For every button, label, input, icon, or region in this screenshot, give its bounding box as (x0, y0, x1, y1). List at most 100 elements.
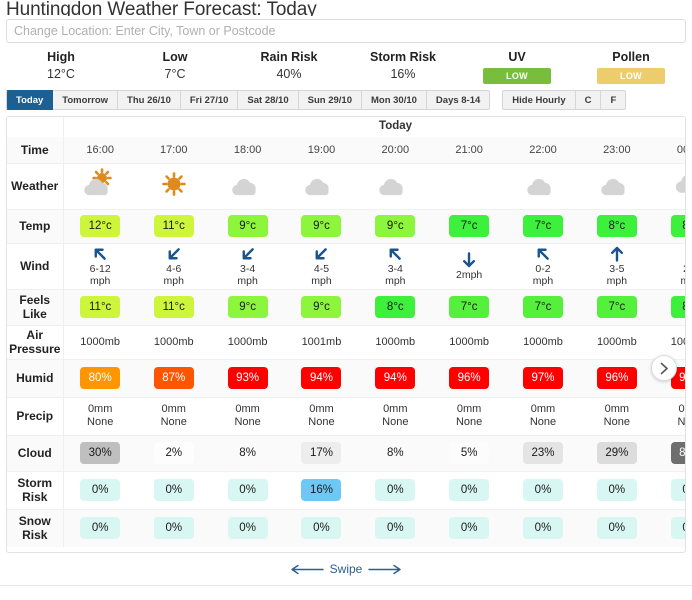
cell-time: 22:00 (506, 137, 580, 163)
control-f[interactable]: F (601, 90, 627, 110)
swipe-hint: Swipe (0, 559, 692, 579)
cell-temp: 9°c (210, 208, 285, 243)
cell-snow-risk: 0% (653, 508, 685, 547)
row-label-cloud: Cloud (7, 434, 64, 471)
cell-feels-like: 11°c (136, 288, 211, 325)
forecast-row-wind: Wind 6-12 mph 4-6 mph 3-4 mph 4-5 mph 3-4 mph 2mph 0… (7, 242, 685, 289)
row-label-wind: Wind (7, 242, 64, 289)
row-label-temp: Temp (7, 208, 64, 243)
summary-value: 12°C (47, 67, 75, 81)
cell-air-pressure: 1001mb (284, 324, 359, 359)
sun-icon (161, 171, 186, 196)
tab-thu-26-10[interactable]: Thu 26/10 (118, 90, 181, 110)
cell-weather (284, 162, 359, 209)
cell-cloud: 5% (432, 434, 507, 471)
tab-today[interactable]: Today (6, 90, 54, 110)
tab-sat-28-10[interactable]: Sat 28/10 (238, 90, 299, 110)
summary-value: 40% (276, 67, 302, 81)
cell-precip: 0mmNone (63, 396, 137, 435)
precip-type: None (529, 416, 557, 428)
wind-speed-label: 3-4 mph (211, 263, 285, 287)
cell-time: 19:00 (284, 137, 359, 163)
summary-value: 16% (390, 67, 416, 81)
summary-label: Rain Risk (260, 50, 318, 64)
cell-feels-like: 9°c (284, 288, 359, 325)
wind-speed-value: 3-5 (609, 262, 625, 275)
value-pill: 93% (227, 367, 268, 389)
value-pill: 5% (449, 442, 490, 464)
value-pill: 9°c (227, 215, 268, 237)
tab-bar: Today Tomorrow Thu 26/10 Fri 27/10 Sat 28/10… (0, 88, 692, 110)
cell-time: 18:00 (210, 137, 285, 163)
value-pill: 0% (227, 479, 268, 501)
cell-snow-risk: 0% (210, 508, 285, 547)
tab-tomorrow[interactable]: Tomorrow (53, 90, 119, 110)
forecast-row-weather: Weather (7, 162, 685, 209)
cell-precip: 0mmNone (210, 396, 285, 435)
tab-mon-30-10[interactable]: Mon 30/10 (361, 90, 427, 110)
group-row-spacer (7, 117, 64, 137)
value-pill: 11°c (153, 296, 194, 318)
summary-cell-uv: UV LOW (460, 49, 574, 84)
control-tab-group: Hide Hourly C F (502, 90, 627, 110)
tab-sun-29-10[interactable]: Sun 29/10 (298, 90, 362, 110)
cell-cloud: 8% (210, 434, 285, 471)
forecast-row-snow-risk: Snow Risk0%0%0%0%0%0%0%0%0%0%0%0%0%0% (7, 508, 685, 547)
value-pill: 8°c (596, 215, 637, 237)
wind-speed-unit: mph (237, 274, 258, 287)
tab-days-8-14[interactable]: Days 8-14 (426, 90, 491, 110)
value-pill: 9°c (301, 215, 342, 237)
value-pill: 0% (375, 517, 416, 540)
value-pill: 0% (596, 479, 637, 501)
precip-amount: 0mm (456, 403, 482, 415)
summary-cell-high: High 12°C (4, 49, 118, 82)
wind-speed-unit: mph (532, 274, 554, 287)
value-pill: 94% (301, 367, 342, 389)
moon-icon (465, 174, 474, 191)
precip-amount: 0mm (309, 403, 334, 415)
precip-amount: 0mm (87, 403, 113, 415)
cell-air-pressure: 1000mb (210, 324, 285, 359)
wind-speed-unit: mph (89, 274, 111, 287)
swipe-label: Swipe (329, 562, 363, 576)
value-pill: 8°c (670, 215, 685, 237)
value-pill: 0% (596, 517, 637, 540)
cell-wind: 3-5 mph (579, 242, 654, 289)
cell-air-pressure: 1000mb (63, 324, 137, 359)
value-pill: 0% (153, 479, 194, 501)
tab-fri-27-10[interactable]: Fri 27/10 (180, 90, 239, 110)
cell-temp: 8°c (579, 208, 654, 243)
value-pill: 0% (522, 517, 563, 540)
forecast-row-humidity: Humid80%87%93%94%94%96%97%96%96%96%98%10… (7, 358, 685, 397)
value-pill: 7°c (596, 296, 637, 318)
next-page-button[interactable] (651, 355, 677, 381)
cloud-icon (675, 175, 685, 193)
cell-air-pressure: 1000mb (358, 324, 433, 359)
cell-wind: 3-4 mph (210, 242, 285, 289)
summary-cell-pollen: Pollen LOW (574, 49, 688, 84)
cell-temp: 8°c (653, 208, 685, 243)
row-label-weather: Weather (7, 162, 64, 209)
control-hide-hourly[interactable]: Hide Hourly (502, 90, 576, 110)
cell-weather (63, 162, 137, 209)
forecast-row-precip: Precip 0mm None 0mm None 0mm None 0mm None 0mm Non… (7, 396, 685, 435)
value-pill: 12°c (80, 215, 121, 237)
control-c[interactable]: C (575, 90, 602, 110)
value-pill: 0% (153, 517, 194, 540)
value-pill: 7°c (449, 215, 490, 237)
arrow-left-icon (290, 564, 324, 574)
value-pill: 0% (301, 517, 342, 540)
cell-humidity: 94% (284, 358, 359, 397)
cell-storm-risk: 0% (63, 470, 137, 509)
wind-direction-arrow-icon (463, 251, 476, 267)
cell-air-pressure: 1000mb (653, 324, 685, 359)
wind-direction-arrow-icon (684, 248, 685, 260)
cell-air-pressure: 1000mb (136, 324, 211, 359)
summary-label: High (47, 50, 75, 64)
cell-feels-like: 7°c (506, 288, 580, 325)
summary-cell-low: Low 7°C (118, 49, 232, 82)
value-pill: 11°c (153, 215, 194, 237)
cell-feels-like: 7°c (579, 288, 654, 325)
location-search-input[interactable] (6, 19, 686, 43)
cell-humidity: 87% (136, 358, 211, 397)
